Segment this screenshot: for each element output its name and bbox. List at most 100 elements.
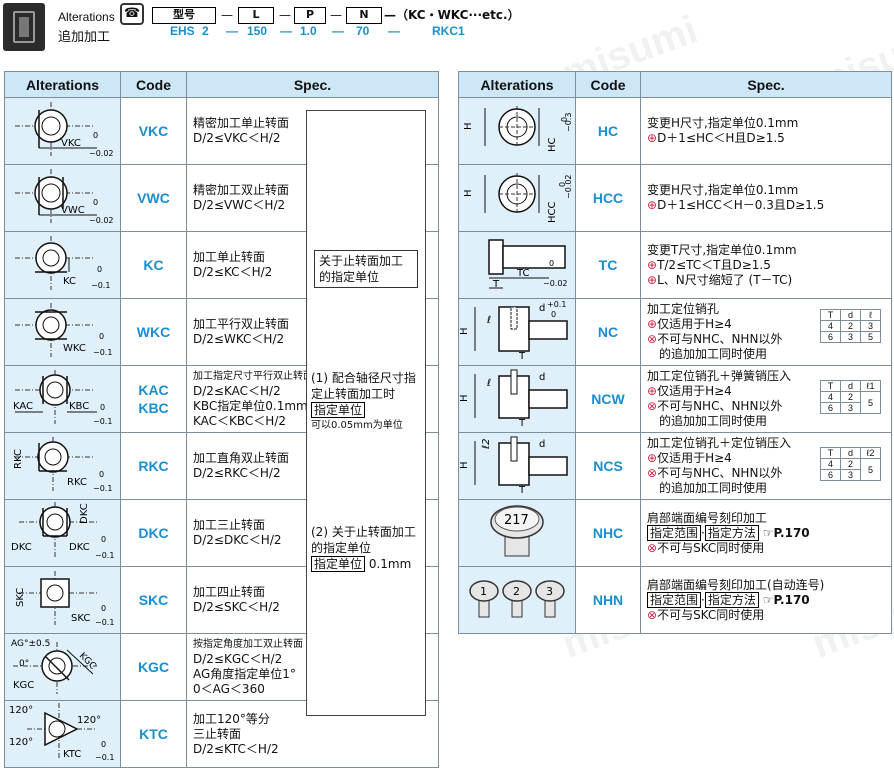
code-hc: HC [575, 97, 641, 165]
size-table-cell: 2 [840, 458, 861, 470]
prohibited-icon: ⊗ [647, 466, 658, 480]
diagram-nhn: 1 2 3 [458, 566, 576, 634]
spec-line: 仅适用于H≥4 [657, 451, 732, 465]
dim-label: VKC [61, 138, 81, 149]
size-table-cell: 5 [860, 331, 881, 343]
angled-face-diagram: AG°±0.5 0° KGC KGC [11, 639, 98, 694]
engraved-number: 3 [546, 585, 553, 598]
tolerance-upper: 0 [101, 604, 106, 613]
diagram-kc: KC 0 −0.1 [4, 231, 121, 299]
table-row: H HC 0 −0.3 HC 变更H尺寸,指定单位0.1mm ⊕D＋1≤HC＜H… [458, 97, 892, 165]
angle-label: 120° [9, 737, 33, 748]
code-hcc: HCC [575, 164, 641, 232]
note-text: 0.1mm [368, 557, 412, 571]
example-dash: — [226, 24, 238, 38]
page-ref-link[interactable]: P.170 [773, 593, 809, 607]
note-boxed-label: 指定单位 [311, 402, 366, 418]
spring-pin-diagram: H ℓ d T [459, 369, 568, 429]
tolerance-lower: −0.02 [89, 149, 114, 158]
tolerance-upper: 0 [99, 470, 104, 479]
note-unit-title: 关于止转面加工的指定单位 [314, 250, 418, 288]
caution-icon: ⊕ [647, 317, 658, 331]
page-ref-icon: ☞ [762, 592, 774, 607]
range-link[interactable]: 指定范围 [647, 524, 702, 541]
angle-label: 120° [77, 715, 101, 726]
flat-face-diagram: DKC DKC DKC 0 −0.1 [11, 502, 114, 560]
size-table-cell: 6 [820, 331, 841, 343]
code-skc: SKC [120, 566, 187, 634]
example-l: 150 [247, 24, 268, 38]
triangle-face-diagram: 120° 120° 120° KTC 0 −0.1 [9, 703, 114, 762]
head-thickness-diagram: T TC 0 −0.02 [488, 239, 568, 290]
spec-line: 的追加加工同时使用 [659, 347, 768, 361]
code-tc: TC [575, 231, 641, 299]
dim-label-h: H [463, 189, 474, 197]
head-height-diagram: H HC 0 −0.3 [463, 106, 573, 152]
dim-label-l: ℓ [487, 315, 491, 326]
note-text: 关于止转面加工的指定单位 [319, 254, 404, 284]
dim-label: WKC [63, 343, 86, 354]
dim-label-l: ℓ [487, 378, 491, 389]
size-table-cell: 4 [820, 320, 841, 332]
code-kac: KAC [138, 382, 169, 398]
diagram-nc: H ℓ d +0.1 0 T [458, 298, 576, 366]
engraved-number: 1 [480, 585, 487, 598]
dim-label: VWC [61, 205, 85, 216]
size-table-cell: 5 [860, 391, 881, 414]
tolerance-upper: 0 [99, 332, 104, 341]
spec-line: 肩部端面编号刻印加工(自动连号) [647, 577, 825, 592]
engraved-number: 2 [513, 585, 520, 598]
diagram-vwc: VWC 0 −0.02 [4, 164, 121, 232]
flat-face-diagram: WKC 0 −0.1 [15, 303, 112, 357]
size-table-cell: 4 [820, 391, 841, 403]
tolerance-lower: −0.1 [95, 618, 114, 627]
tolerance-lower: −0.1 [93, 484, 112, 493]
diagram-hcc: H HCC 0 −0.02 [458, 164, 576, 232]
method-link[interactable]: 指定方法 [704, 591, 759, 608]
code-kgc: KGC [120, 633, 187, 701]
head-height-diagram: H HCC 0 −0.02 [463, 173, 573, 223]
dim-label: KBC [69, 401, 89, 412]
spec-line: 变更T尺寸,指定单位0.1mm [647, 242, 797, 257]
diagram-tc: T TC 0 −0.02 [458, 231, 576, 299]
caution-icon: ⊕ [647, 451, 658, 465]
code-suffix: —（KC・WKC···etc.） [384, 8, 520, 22]
example-dash: — [388, 24, 400, 38]
table-row: H HCC 0 −0.02 HCC 变更H尺寸,指定单位0.1mm ⊕D＋1≤H… [458, 164, 892, 232]
serial-knob-diagram: 1 2 3 [469, 580, 565, 618]
spec-nhc: 肩部端面编号刻印加工 指定范围 · 指定方法 ☞P.170 ⊗不可与SKC同时使用 [640, 499, 892, 567]
size-table-cell: 5 [860, 458, 881, 481]
page-ref-link[interactable]: P.170 [773, 526, 809, 540]
table-row: 1 2 3 NHN 肩部端面编号刻印加工(自动连号) 指定范围 · 指定方法 ☞P.… [458, 566, 892, 634]
method-link[interactable]: 指定方法 [704, 524, 759, 541]
code-nc: NC [575, 298, 641, 366]
size-table-cell: 3 [840, 331, 861, 343]
spec-line: 不可与SKC同时使用 [657, 540, 765, 555]
code-kbc: KBC [138, 400, 169, 416]
code-field-type: 型号 [152, 7, 216, 24]
diagram-nhc: 217 [458, 499, 576, 567]
size-table-header: d [840, 380, 861, 392]
column-header-spec: Spec. [186, 71, 439, 98]
spec-line: 的追加加工同时使用 [659, 414, 768, 428]
dim-label-h: H [459, 327, 470, 335]
table-row: 217 NHC 肩部端面编号刻印加工 指定范围 · 指定方法 ☞P.170 ⊗不可与… [458, 499, 892, 567]
size-table-header: T [820, 309, 841, 321]
tolerance-upper: 0 [101, 740, 106, 749]
prohibited-icon: ⊗ [647, 399, 658, 413]
spec-line: 仅适用于H≥4 [657, 317, 732, 331]
dim-label-h: H [459, 394, 470, 402]
pin-hole-diagram: H ℓ d +0.1 0 T [459, 300, 568, 362]
example-dash: — [332, 24, 344, 38]
diagram-kac-kbc: KAC KBC 0 −0.1 [4, 365, 121, 433]
tolerance-upper: 0 [101, 535, 106, 544]
table-header-row: Alterations Code Spec. [458, 71, 892, 98]
spec-line: 变更H尺寸,指定单位0.1mm [647, 183, 799, 197]
note-boxed-label: 指定单位 [311, 556, 366, 572]
size-table-cell: 4 [820, 458, 841, 470]
caution-icon: ⊕ [647, 257, 658, 272]
code-separator: — [279, 8, 291, 22]
tolerance-upper: 0 [97, 265, 102, 274]
spec-line: 肩部端面编号刻印加工 [647, 510, 768, 525]
range-link[interactable]: 指定范围 [647, 591, 702, 608]
